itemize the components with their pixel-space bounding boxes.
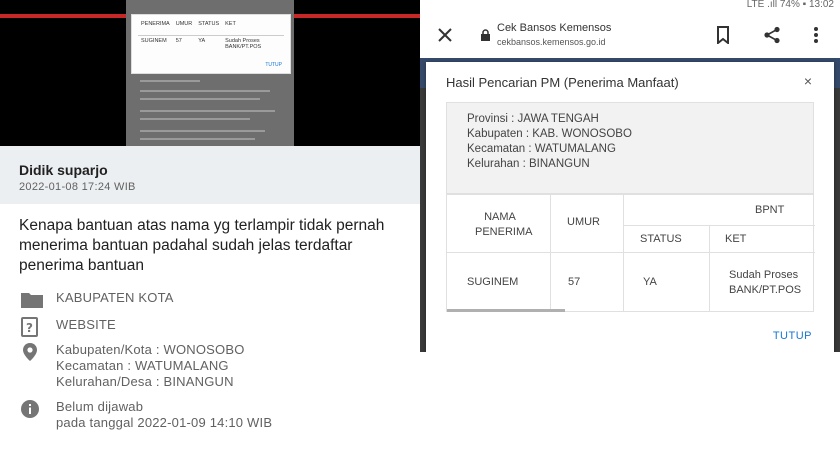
thumbnail-header: UMUR [172,19,196,36]
attachment-thumbnail[interactable]: PENERIMA UMUR STATUS KET SUGINEM 57 YA S… [0,0,420,146]
channel-label: WEBSITE [56,317,116,332]
column-header-name: NAMA PENERIMA [475,211,533,238]
status-label: Belum dijawab [56,399,144,414]
thumbnail-text-line [140,138,255,140]
svg-text:?: ? [26,321,33,335]
column-header-age: UMUR [567,216,600,228]
status-row: Belum dijawab pada tanggal 2022-01-09 14… [20,399,272,431]
table-divider [709,225,710,312]
site-title: Cek Bansos Kemensos [497,22,612,34]
thumbnail-text-line [140,118,250,120]
category-row: KABUPATEN KOTA [20,290,174,310]
cell-ket: Sudah Proses BANK/PT.POS [729,269,802,296]
folder-icon [20,290,46,310]
dialog-title: Hasil Pencarian PM (Penerima Manfaat) [446,75,679,90]
location-line: Provinsi : JAWA TENGAH [467,113,599,125]
thumbnail-header: STATUS [195,19,223,36]
complaint-text: Kenapa bantuan atas nama yg terlampir ti… [19,217,385,274]
bookmark-icon[interactable] [712,24,734,46]
thumbnail-close-label: TUTUP [265,62,282,68]
table-divider [550,195,551,312]
column-header-ket: KET [725,233,747,245]
location-line: Kabupaten : KAB. WONOSOBO [467,128,632,140]
thumbnail-text-line [140,98,260,100]
cell-status: YA [643,276,657,288]
column-group-bpnt: BPNT [755,204,785,216]
thumbnail-text-line [140,80,200,82]
bansos-screenshot: LTE .ıll 74% ▪ 13:02 Cek Bansos Kemensos… [420,0,840,352]
thumbnail-header: PENERIMA [138,19,173,36]
thumbnail-cell: 57 [175,37,182,44]
thumbnail-text-line [140,90,270,92]
author-header: Didik suparjo 2022-01-08 17:24 WIB [0,146,420,204]
tutup-button[interactable]: TUTUP [773,330,812,342]
thumbnail-cell: YA [198,37,206,44]
location-row: Kabupaten/Kota : WONOSOBO Kecamatan : WA… [20,342,245,390]
status-date: pada tanggal 2022-01-09 14:10 WIB [56,415,273,430]
cell-name: SUGINEM [467,276,519,288]
close-icon[interactable] [434,24,456,46]
complaint-panel: PENERIMA UMUR STATUS KET SUGINEM 57 YA S… [0,0,420,450]
location-summary: Provinsi : JAWA TENGAH Kabupaten : KAB. … [446,102,814,194]
site-url[interactable]: cekbansos.kemensos.go.id [497,37,606,47]
cell-age: 57 [568,276,581,288]
location-line: Kelurahan : BINANGUN [467,158,590,170]
lock-icon [480,28,491,46]
location-line: Kelurahan/Desa : BINANGUN [56,374,234,389]
status-text: Belum dijawab pada tanggal 2022-01-09 14… [56,399,272,431]
location-pin-icon [20,342,46,362]
share-icon[interactable] [761,24,783,46]
thumbnail-cell: Sudah Proses BANK/PT.POS [225,37,262,50]
help-box-icon: ? [20,317,46,337]
location-line: Kecamatan : WATUMALANG [467,143,616,155]
dialog-close-button[interactable]: × [804,73,812,89]
location-line: Kabupaten/Kota : WONOSOBO [56,342,245,357]
result-dialog: Hasil Pencarian PM (Penerima Manfaat) × … [426,62,834,352]
column-header-status: STATUS [640,233,682,245]
info-icon [20,399,46,419]
result-table: NAMA PENERIMA UMUR BPNT STATUS KET SUGIN… [446,194,815,312]
thumbnail-cell: SUGINEM [141,37,167,44]
table-divider [623,195,624,312]
location-text: Kabupaten/Kota : WONOSOBO Kecamatan : WA… [56,342,245,390]
post-date: 2022-01-08 17:24 WIB [19,181,136,193]
browser-toolbar: Cek Bansos Kemensos cekbansos.kemensos.g… [420,12,840,58]
thumbnail-header: KET [222,19,284,36]
table-scrollbar[interactable] [447,309,565,312]
category-label: KABUPATEN KOTA [56,290,174,305]
thumbnail-text-line [140,130,265,132]
thumbnail-text-line [140,110,275,112]
phone-status-bar: LTE .ıll 74% ▪ 13:02 [420,0,840,12]
channel-row: ? WEBSITE [20,317,116,337]
table-divider [447,252,815,253]
author-name[interactable]: Didik suparjo [19,162,420,178]
location-line: Kecamatan : WATUMALANG [56,358,229,373]
more-vert-icon[interactable] [805,24,827,46]
thumbnail-dialog: PENERIMA UMUR STATUS KET SUGINEM 57 YA S… [131,14,291,74]
table-divider [623,225,815,226]
